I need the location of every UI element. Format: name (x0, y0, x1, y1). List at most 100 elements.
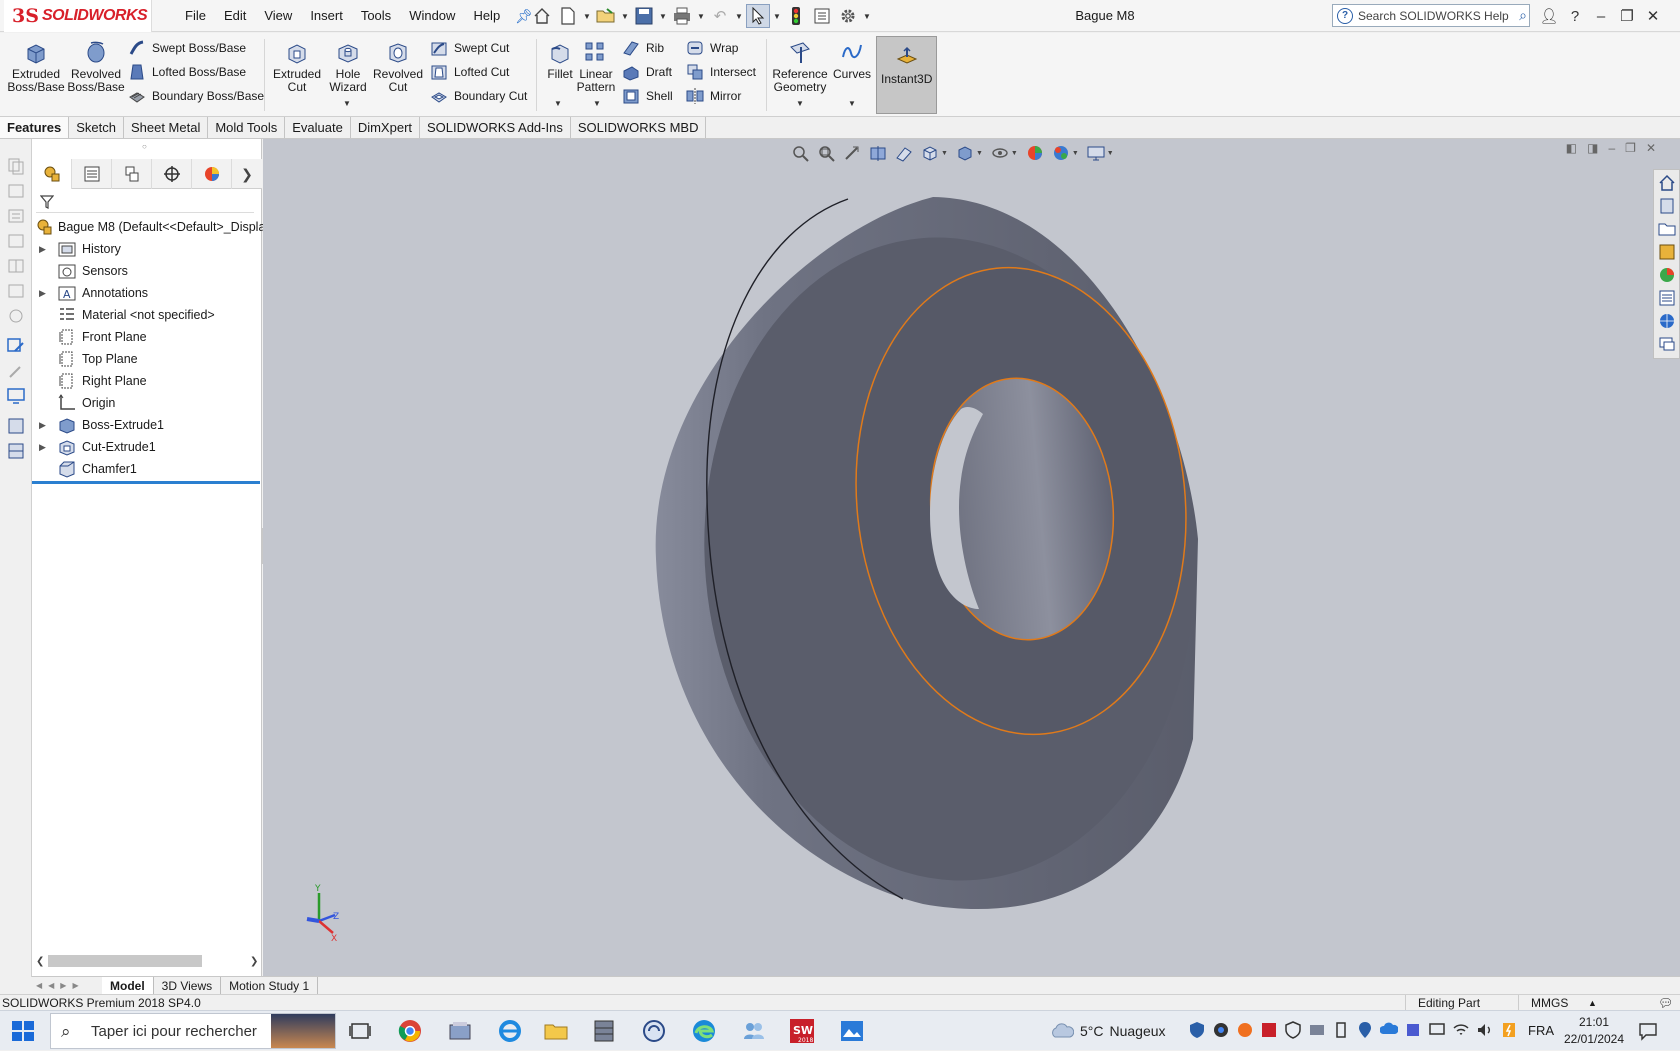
revolved-boss-button[interactable]: Revolved Boss/Base (66, 33, 126, 94)
tree-horizontal-scrollbar[interactable]: ❮ ❯ (34, 953, 260, 969)
task-view-icon[interactable] (346, 1017, 374, 1045)
restore-icon[interactable]: ❐ (1616, 7, 1638, 25)
volume-speaker-icon[interactable] (1476, 1021, 1494, 1039)
unit-system-up-arrow-icon[interactable]: ▲ (1588, 995, 1597, 1011)
tab-features[interactable]: Features (0, 117, 70, 138)
tab-dimxpert[interactable]: DimXpert (351, 117, 421, 138)
people-app-icon[interactable] (740, 1017, 768, 1045)
menu-help[interactable]: Help (464, 0, 509, 32)
select-cursor-icon[interactable] (746, 4, 770, 28)
search-icon[interactable]: ⌕ (1519, 7, 1527, 24)
sheet-icon[interactable] (6, 231, 26, 251)
chrome-icon[interactable] (396, 1017, 424, 1045)
windows-start-icon[interactable] (12, 1021, 34, 1041)
minimize-icon[interactable]: – (1590, 8, 1612, 25)
tab-3d-views[interactable]: 3D Views (154, 976, 222, 995)
wifi-tray-icon[interactable] (1452, 1021, 1470, 1039)
help-search-input[interactable]: ? Search SOLIDWORKS Help ⌕ (1332, 4, 1530, 27)
tree-item-front-plane[interactable]: Front Plane (32, 326, 262, 348)
taskbar-clock[interactable]: 21:01 22/01/2024 (1556, 1014, 1632, 1048)
extruded-cut-button[interactable]: Extruded Cut (268, 33, 326, 94)
help-icon[interactable]: ? (1564, 8, 1586, 25)
print-dropdown-icon[interactable]: ▼ (696, 4, 706, 28)
chrome-tray-icon[interactable] (1212, 1021, 1230, 1039)
scroll-thumb[interactable] (48, 955, 202, 967)
rollback-bar[interactable] (32, 481, 260, 484)
expand-arrow-icon[interactable]: ▶ (39, 442, 47, 453)
view-palette-icon[interactable] (6, 416, 26, 436)
menu-insert[interactable]: Insert (301, 0, 352, 32)
input-language-indicator[interactable]: FRA (1528, 1011, 1554, 1051)
feature-tree-tab-icon[interactable] (32, 159, 72, 189)
display-manager-tab-icon[interactable] (192, 159, 232, 189)
close-icon[interactable]: ✕ (1642, 7, 1664, 25)
expand-arrow-icon[interactable]: ▶ (39, 244, 47, 255)
swept-cut-button[interactable]: Swept Cut (430, 36, 509, 60)
rib-button[interactable]: Rib (622, 36, 664, 60)
swept-boss-button[interactable]: Swept Boss/Base (128, 36, 246, 60)
open-folder-icon[interactable] (594, 4, 618, 28)
open-dropdown-icon[interactable]: ▼ (620, 4, 630, 28)
tooltip-bubble-icon[interactable]: 💬︎ (1658, 995, 1673, 1011)
tab-sheet-metal[interactable]: Sheet Metal (124, 117, 209, 138)
defender-shield-icon[interactable] (1188, 1021, 1206, 1039)
revolved-cut-button[interactable]: Revolved Cut (372, 33, 424, 94)
network-drive-tray-icon[interactable] (1308, 1021, 1326, 1039)
mirror-button[interactable]: Mirror (686, 84, 741, 108)
configuration-manager-tab-icon[interactable] (112, 159, 152, 189)
weather-widget[interactable]: 5°C Nuageux (1050, 1011, 1166, 1051)
tab-evaluate[interactable]: Evaluate (285, 117, 351, 138)
tree-item-chamfer1[interactable]: Chamfer1 (32, 458, 262, 480)
new-dropdown-icon[interactable]: ▼ (582, 4, 592, 28)
cabinet-app-icon[interactable] (590, 1017, 618, 1045)
tab-mold-tools[interactable]: Mold Tools (208, 117, 286, 138)
tree-item-origin[interactable]: Origin (32, 392, 262, 414)
home-icon[interactable] (530, 4, 554, 28)
pencil-icon[interactable] (6, 361, 26, 381)
part-model-washer[interactable] (263, 139, 1680, 977)
tree-item-boss-extrude1[interactable]: ▶ Boss-Extrude1 (32, 414, 262, 436)
menu-tools[interactable]: Tools (352, 0, 400, 32)
graphics-area[interactable]: ▼ ▼ ▼ ▼ ▼ ◧ ◨ – ❐ ✕ Y Z X (263, 139, 1680, 977)
file-manager-icon[interactable] (446, 1017, 474, 1045)
view-palette-pane-icon[interactable] (1658, 243, 1676, 261)
intersect-button[interactable]: Intersect (686, 60, 756, 84)
gear-small-icon[interactable] (6, 306, 26, 326)
design-library-icon[interactable] (1658, 197, 1676, 215)
appearances-icon[interactable] (1658, 266, 1676, 284)
undo-icon[interactable]: ↶ (708, 4, 732, 28)
more-tabs-chevron-icon[interactable]: ❯ (232, 159, 262, 189)
menu-edit[interactable]: Edit (215, 0, 255, 32)
file-explorer-folder-icon[interactable] (542, 1017, 570, 1045)
options-gear-icon[interactable] (836, 4, 860, 28)
wrap-button[interactable]: Wrap (686, 36, 738, 60)
layout-icon[interactable] (6, 441, 26, 461)
scroll-left-arrow-icon[interactable]: ❮ (36, 956, 44, 967)
scroll-right-arrow-icon[interactable]: ❯ (250, 956, 258, 967)
expand-arrow-icon[interactable]: ▶ (39, 288, 47, 299)
tab-motion-study-1[interactable]: Motion Study 1 (221, 976, 319, 995)
avast-tray-icon[interactable] (1236, 1021, 1254, 1039)
tree-item-sensors[interactable]: Sensors (32, 260, 262, 282)
reference-geometry-dropdown-icon[interactable]: ▼ (796, 99, 804, 108)
expand-arrow-icon[interactable]: ▶ (39, 420, 47, 431)
security-tray-icon[interactable] (1284, 1021, 1302, 1039)
curves-dropdown-icon[interactable]: ▼ (848, 99, 856, 108)
sketch-edit-icon[interactable] (6, 336, 26, 356)
solidworks-forum-globe-icon[interactable] (1658, 312, 1676, 330)
extruded-boss-button[interactable]: Extruded Boss/Base (6, 33, 66, 94)
frame-icon[interactable] (6, 281, 26, 301)
linear-pattern-button[interactable]: Linear Pattern (574, 33, 618, 94)
tree-item-top-plane[interactable]: Top Plane (32, 348, 262, 370)
grid-icon[interactable] (6, 256, 26, 276)
tab-sketch[interactable]: Sketch (69, 117, 124, 138)
tree-item-material[interactable]: Material <not specified> (32, 304, 262, 326)
display-icon[interactable] (6, 386, 26, 406)
display-tray-icon[interactable] (1428, 1021, 1446, 1039)
file-properties-icon[interactable] (810, 4, 834, 28)
tab-solidworks-add-ins[interactable]: SOLIDWORKS Add-Ins (420, 117, 571, 138)
boundary-boss-button[interactable]: Boundary Boss/Base (128, 84, 264, 108)
tree-item-history[interactable]: ▶ History (32, 238, 262, 260)
tab-scroll-arrows-icon[interactable]: ◀◀▶▶ (32, 981, 102, 990)
new-document-icon[interactable] (556, 4, 580, 28)
